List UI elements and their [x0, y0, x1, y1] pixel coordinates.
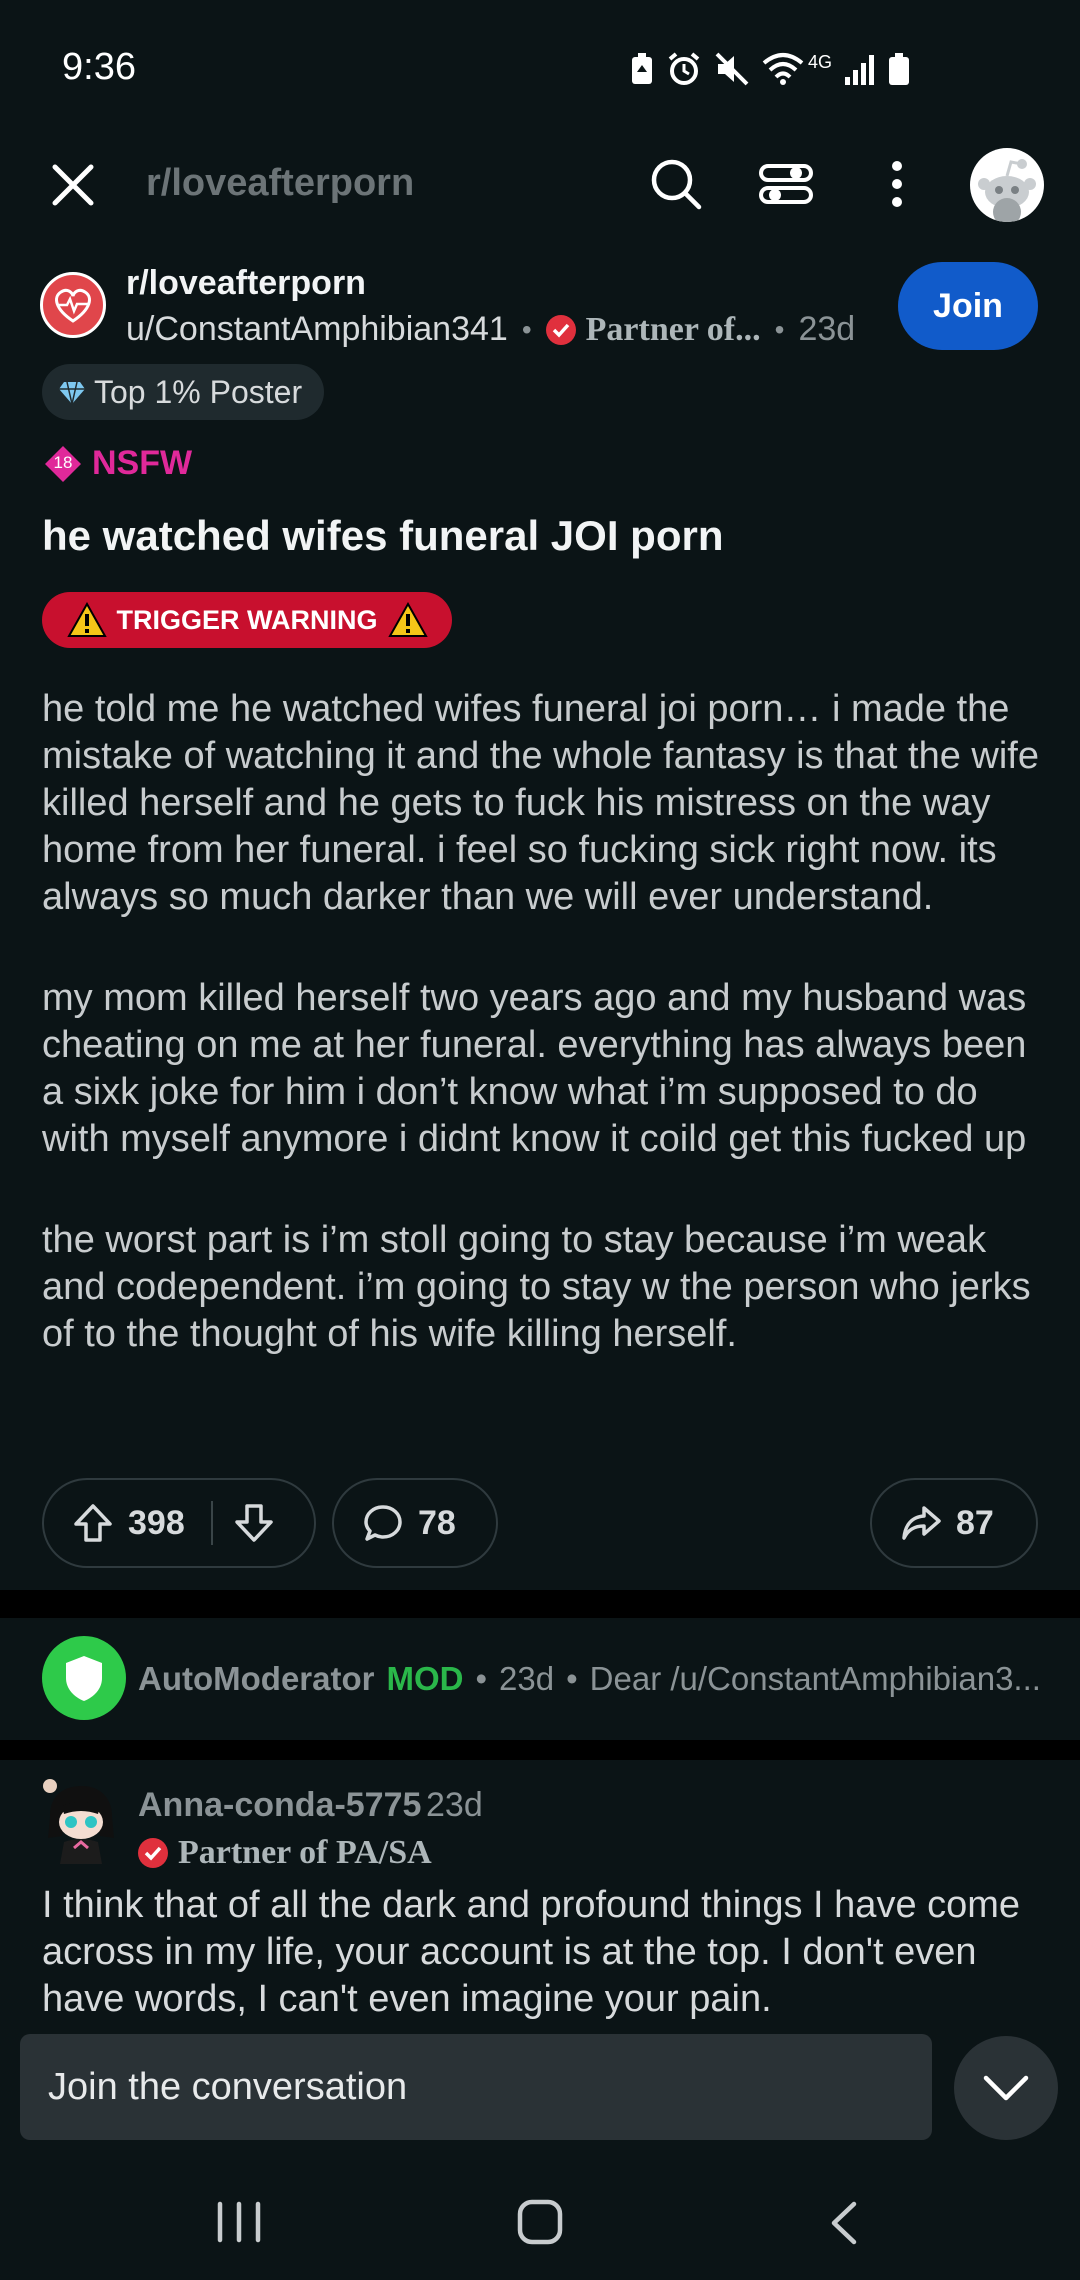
warning-icon: [66, 602, 107, 637]
comment-flair-label: Partner of PA/SA: [178, 1834, 432, 1871]
top-nav: r/loveafterporn: [0, 140, 1080, 230]
verified-check-icon: [545, 314, 576, 345]
anime-avatar-icon: [43, 1779, 114, 1864]
upvote-icon[interactable]: [72, 1502, 114, 1544]
signal-icon: [845, 55, 874, 85]
post-paragraph: the worst part is i’m stoll going to sta…: [42, 1219, 1031, 1355]
post-flair-label: TRIGGER WARNING: [116, 604, 378, 635]
post-author[interactable]: u/ConstantAmphibian341: [126, 310, 508, 349]
share-button[interactable]: 87: [870, 1478, 1038, 1568]
automod-preview: Dear /u/ConstantAmphibian3...: [589, 1660, 1041, 1697]
separator-dot: •: [774, 313, 785, 345]
post-body: he told me he watched wifes funeral joi …: [42, 686, 1052, 1358]
vote-divider: [210, 1501, 213, 1545]
comment-icon: [364, 1505, 402, 1541]
join-button[interactable]: Join: [898, 262, 1038, 350]
user-badge-label: Top 1% Poster: [94, 373, 303, 410]
filter-icon[interactable]: [758, 156, 814, 212]
home-icon[interactable]: [516, 2198, 564, 2246]
section-divider: [0, 1590, 1080, 1618]
comments-button[interactable]: 78: [332, 1478, 498, 1568]
comment-author[interactable]: Anna-conda-5775: [138, 1786, 421, 1825]
mod-badge: MOD: [386, 1660, 464, 1697]
heart-pulse-icon: [55, 288, 91, 323]
automod-age: 23d: [499, 1660, 555, 1697]
comment-author-flair: Partner of PA/SA: [138, 1834, 432, 1872]
user-avatar[interactable]: [970, 148, 1044, 222]
battery-saver-icon: [631, 53, 652, 84]
comment-avatar[interactable]: [40, 1776, 120, 1866]
back-icon[interactable]: [826, 2200, 860, 2246]
post-paragraph: my mom killed herself two years ago and …: [42, 977, 1027, 1160]
nsfw-icon: 18: [44, 445, 82, 483]
nsfw-tag: 18 NSFW: [44, 444, 192, 483]
post-age: 23d: [798, 310, 856, 348]
vote-control: 398: [42, 1478, 316, 1568]
chevron-down-icon: [983, 2075, 1029, 2101]
shield-icon: [66, 1656, 102, 1701]
wifi-icon: [762, 53, 804, 85]
separator-dot: •: [521, 313, 532, 345]
separator-dot: •: [475, 1660, 488, 1697]
nsfw-label: NSFW: [92, 444, 193, 482]
comment-body: I think that of all the dark and profoun…: [42, 1884, 1021, 2020]
system-nav-bar: [0, 2170, 1080, 2280]
subreddit-icon[interactable]: [40, 272, 106, 338]
close-icon[interactable]: [48, 160, 98, 210]
share-icon: [902, 1506, 941, 1540]
post-actions: 398 78 87: [42, 1478, 1038, 1568]
comment-count: 78: [418, 1503, 456, 1542]
separator-dot: •: [566, 1660, 578, 1697]
verified-check-icon: [138, 1838, 168, 1868]
alarm-icon: [668, 52, 700, 85]
nsfw-badge-number: 18: [53, 452, 73, 472]
search-icon[interactable]: [648, 156, 704, 212]
automod-avatar: [42, 1636, 126, 1720]
automod-line: AutoModerator MOD • 23d • Dear /u/Consta…: [138, 1660, 1041, 1698]
recents-icon[interactable]: [216, 2200, 262, 2244]
diamond-badge-icon: [59, 381, 85, 405]
share-count: 87: [956, 1503, 994, 1542]
post-flair[interactable]: TRIGGER WARNING: [42, 592, 452, 648]
network-type: 4G: [807, 51, 832, 72]
user-badge: Top 1% Poster: [42, 364, 325, 420]
status-icons: 4G: [630, 50, 910, 88]
warning-icon: [387, 602, 428, 637]
automod-name[interactable]: AutoModerator: [138, 1660, 374, 1698]
page-title: r/loveafterporn: [146, 162, 415, 204]
post-title[interactable]: he watched wifes funeral JOI porn: [42, 512, 723, 560]
author-flair: Partner of...: [585, 310, 761, 348]
battery-icon: [889, 53, 909, 85]
post-meta: u/ConstantAmphibian341 • Partner of... •…: [126, 310, 855, 349]
comment-age: 23d: [426, 1786, 483, 1824]
upvote-count: 398: [128, 1503, 185, 1542]
status-time: 9:36: [62, 46, 136, 88]
subreddit-name[interactable]: r/loveafterporn: [126, 264, 366, 303]
section-divider: [0, 1740, 1080, 1760]
post-paragraph: he told me he watched wifes funeral joi …: [42, 688, 1039, 918]
status-bar: 9:36 4G: [0, 0, 1080, 140]
comment-composer[interactable]: Join the conversation: [20, 2034, 932, 2140]
mute-icon: [715, 52, 749, 86]
snoo-avatar-icon: [978, 159, 1036, 222]
more-vertical-icon[interactable]: [872, 156, 922, 212]
downvote-icon[interactable]: [233, 1502, 275, 1544]
automod-comment[interactable]: AutoModerator MOD • 23d • Dear /u/Consta…: [0, 1628, 1080, 1740]
collapse-button[interactable]: [954, 2036, 1058, 2140]
